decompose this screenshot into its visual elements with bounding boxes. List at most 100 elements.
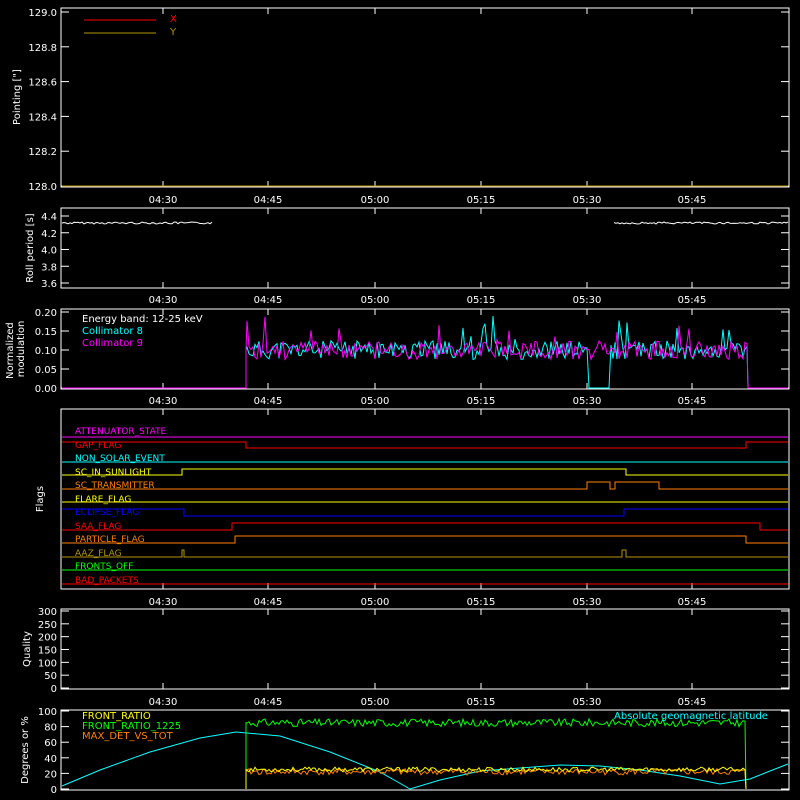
y-tick-label: 20: [44, 769, 57, 780]
x-tick-label: 05:15: [467, 396, 496, 407]
flag-line: [62, 441, 788, 449]
y-tick-label: 128.0: [28, 182, 57, 193]
quality-x-ticks: 04:30 04:45 05:00 05:15 05:30 05:45: [149, 609, 706, 708]
x-tick-label: 04:45: [254, 396, 283, 407]
flag-label: SC_TRANSMITTER: [75, 481, 155, 491]
legend-geomagnetic-latitude: Absolute geomagnetic latitude: [614, 711, 768, 722]
y-tick-label: 40: [44, 754, 57, 765]
x-tick-label: 05:30: [573, 396, 602, 407]
x-tick-label: 05:15: [467, 697, 496, 708]
x-tick-label: 05:15: [467, 597, 496, 608]
rhessi-quicklook-plot: Pointing ["] 129.0128.8128.6128.4128.212…: [5, 7, 790, 796]
flag-label: GAP_FLAG: [75, 441, 121, 451]
x-tick-label: 05:45: [678, 295, 707, 306]
y-tick-label: 0: [51, 785, 57, 796]
x-tick-label: 05:30: [573, 295, 602, 306]
x-tick-label: 05:30: [573, 195, 602, 206]
y-tick-label: 100: [38, 658, 57, 669]
max-det-vs-tot-line: [245, 767, 747, 790]
flag-line: [62, 535, 788, 544]
y-tick-label: 0.00: [35, 384, 57, 395]
front-ratio-1225-line: [245, 717, 747, 790]
modulation-ylabel-line2: modulation: [16, 321, 27, 378]
pointing-x-ticks: 04:30 04:45 05:00 05:15 05:30 05:45: [149, 8, 707, 206]
roll-frame: [60, 207, 790, 289]
pointing-panel: Pointing ["] 129.0128.8128.6128.4128.212…: [12, 7, 790, 206]
y-tick-label: 150: [38, 646, 57, 657]
flag-line: [62, 481, 788, 490]
pointing-ylabel: Pointing ["]: [12, 69, 23, 125]
flag-label: SAA_FLAG: [75, 522, 121, 532]
x-tick-label: 05:15: [467, 195, 496, 206]
modulation-panel: Normalized modulation 0.20 0.15 0.10 0.05 0.…: [5, 308, 790, 407]
y-tick-label: 50: [44, 671, 57, 682]
x-tick-label: 05:00: [361, 295, 390, 306]
y-tick-label: 200: [38, 633, 57, 644]
x-tick-label: 05:00: [361, 195, 390, 206]
y-tick-label: 0.15: [35, 327, 57, 338]
flag-label: PARTICLE_FLAG: [75, 535, 145, 545]
y-tick-label: 0.10: [35, 346, 57, 357]
flags-ylabel: Flags: [35, 486, 46, 512]
legend-x: X: [170, 14, 177, 25]
y-tick-label: 4.2: [41, 229, 57, 240]
x-tick-label: 04:30: [149, 597, 178, 608]
ratios-panel: Degrees or % 100806040200 FRONT_RATIO FR…: [20, 707, 790, 796]
x-tick-label: 04:45: [254, 195, 283, 206]
flag-line: [62, 508, 788, 517]
x-tick-label: 05:00: [361, 597, 390, 608]
flag-labels: ATTENUATOR_STATE GAP_FLAG NON_SOLAR_EVENT S…: [75, 427, 167, 586]
x-tick-label: 05:00: [361, 697, 390, 708]
x-tick-label: 05:30: [573, 697, 602, 708]
roll-panel: Roll period [s] 4.4 4.2 4.0 3.8 3.6 04:30 04:…: [25, 207, 790, 306]
quality-panel: Quality 300 250 200 150100 50 0 04:30 04:45 05:…: [22, 607, 790, 708]
flag-line: [62, 468, 788, 476]
roll-period-line-late: [613, 221, 789, 225]
quality-frame: [60, 608, 790, 690]
y-tick-label: 4.4: [41, 212, 57, 223]
flag-label: AAZ_FLAG: [75, 549, 122, 559]
x-tick-label: 04:30: [149, 396, 178, 407]
x-tick-label: 04:45: [254, 597, 283, 608]
flag-label: ATTENUATOR_STATE: [75, 427, 167, 437]
roll-ylabel: Roll period [s]: [25, 213, 36, 282]
legend-max-det-vs-tot: MAX_DET_VS_TOT: [82, 731, 174, 742]
y-tick-label: 128.8: [28, 43, 57, 54]
pointing-y-ticks: 129.0 128.8 128.6 128.4 128.2 128.0: [28, 8, 789, 193]
quality-ylabel: Quality: [22, 631, 33, 667]
flag-label: BAD_PACKETS: [75, 576, 139, 586]
y-tick-label: 4.0: [41, 246, 57, 257]
flag-label: FLARE_FLAG: [75, 495, 131, 505]
x-tick-label: 05:15: [467, 295, 496, 306]
flags-x-ticks: 04:30 04:45 05:00 05:15 05:30 05:45: [149, 409, 707, 608]
flags-frame: [60, 408, 790, 590]
flags-panel: Flags 04:30 04:45 05:00 05:15 05:30 05:45 ATT…: [35, 408, 790, 608]
y-tick-label: 250: [38, 620, 57, 631]
y-tick-label: 129.0: [28, 8, 57, 19]
legend-collimator-8: Collimator 8: [82, 326, 143, 337]
y-tick-label: 128.4: [28, 112, 57, 123]
legend-collimator-9: Collimator 9: [82, 338, 143, 349]
x-tick-label: 05:00: [361, 396, 390, 407]
y-tick-label: 0.05: [35, 365, 57, 376]
modulation-x-ticks: 04:30 04:45 05:00 05:15 05:30 05:45: [149, 309, 707, 407]
y-tick-label: 80: [44, 723, 57, 734]
y-tick-label: 128.2: [28, 147, 57, 158]
ratios-ylabel: Degrees or %: [20, 716, 31, 784]
x-tick-label: 04:30: [149, 295, 178, 306]
y-tick-label: 0: [51, 684, 57, 695]
x-tick-label: 05:30: [573, 597, 602, 608]
x-tick-label: 04:45: [254, 697, 283, 708]
x-tick-label: 05:45: [678, 597, 707, 608]
x-tick-label: 05:45: [678, 195, 707, 206]
roll-period-line: [61, 221, 213, 225]
y-tick-label: 300: [38, 607, 57, 618]
x-tick-label: 04:45: [254, 295, 283, 306]
modulation-ylabel-line1: Normalized: [5, 322, 16, 379]
roll-y-ticks: 4.4 4.2 4.0 3.8 3.6: [41, 212, 789, 290]
y-tick-label: 128.6: [28, 78, 57, 89]
y-tick-label: 100: [38, 707, 57, 718]
y-tick-label: 3.6: [41, 279, 57, 290]
x-tick-label: 05:45: [678, 396, 707, 407]
modulation-ylabel: Normalized modulation: [5, 319, 27, 379]
